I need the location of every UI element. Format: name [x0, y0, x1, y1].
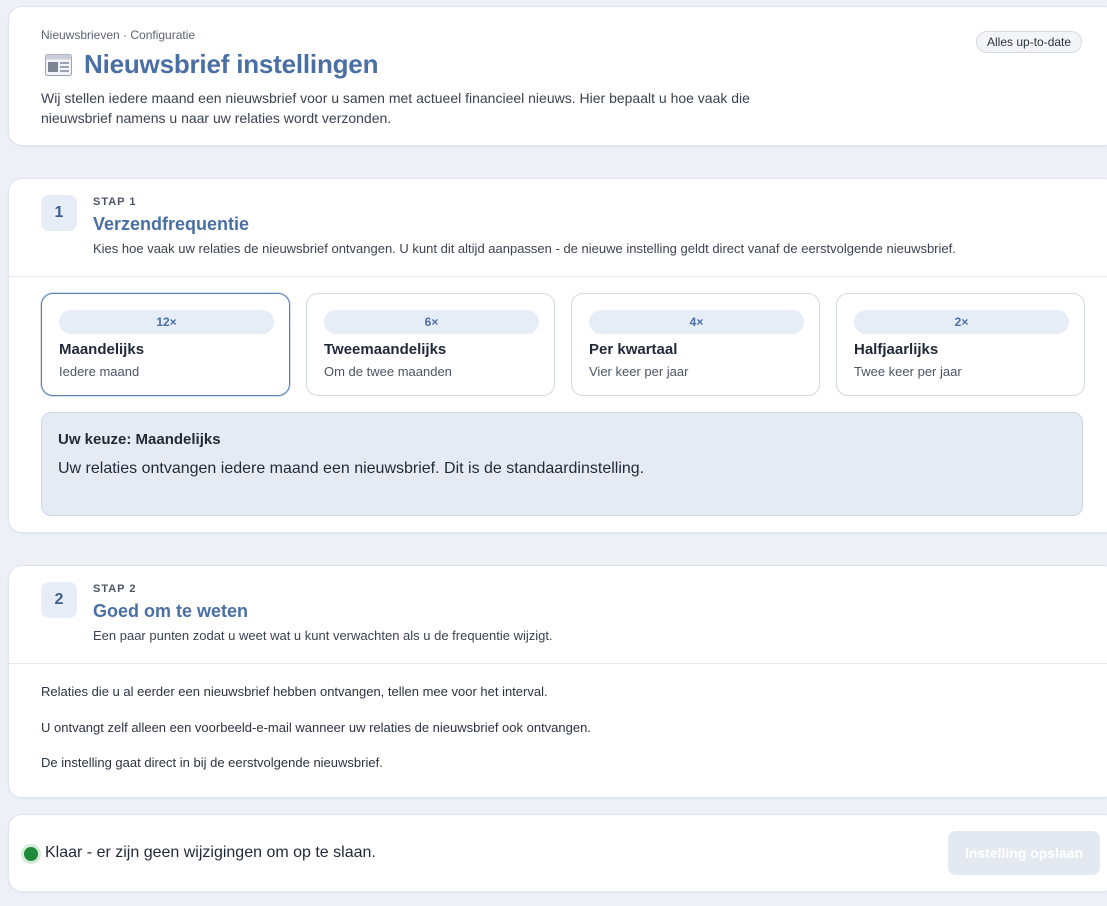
header-card: Nieuwsbrieven · Configuratie Alles up-to…	[8, 6, 1107, 146]
save-status-text: Klaar - er zijn geen wijzigingen om op t…	[45, 844, 376, 861]
newspaper-icon	[45, 53, 72, 76]
step-kicker: STAP 1	[93, 196, 137, 208]
option-subtitle: Vier keer per jaar	[589, 364, 689, 379]
option-count-badge: 6×	[324, 310, 539, 334]
step-kicker: STAP 2	[93, 583, 137, 595]
option-subtitle: Iedere maand	[59, 364, 140, 379]
option-name: Tweemaandelijks	[324, 341, 447, 358]
step-title: Goed om te weten	[93, 601, 249, 621]
option-name: Halfjaarlijks	[854, 341, 939, 358]
footer-bar: Klaar - er zijn geen wijzigingen om op t…	[8, 814, 1107, 892]
step-description: Een paar punten zodat u weet wat u kunt …	[93, 628, 553, 643]
choice-text: Uw relaties ontvangen iedere maand een n…	[58, 460, 645, 477]
step1-card: 1 STAP 1 Verzendfrequentie Kies hoe vaak…	[8, 178, 1107, 533]
option-per-kwartaal[interactable]: 4× Per kwartaal Vier keer per jaar	[571, 293, 820, 396]
status-badge: Alles up-to-date	[976, 31, 1083, 53]
option-halfjaarlijks[interactable]: 2× Halfjaarlijks Twee keer per jaar	[836, 293, 1085, 396]
option-count-badge: 2×	[854, 310, 1069, 334]
option-name: Per kwartaal	[589, 341, 678, 358]
step-number-badge: 1	[41, 195, 77, 231]
divider	[9, 663, 1107, 664]
option-count-badge: 12×	[59, 310, 274, 334]
option-subtitle: Om de twee maanden	[324, 364, 452, 379]
intro-text: Wij stellen iedere maand een nieuwsbrief…	[41, 90, 750, 126]
save-button[interactable]: Instelling opslaan	[948, 831, 1100, 875]
page-title: Nieuwsbrief instellingen	[84, 49, 379, 79]
option-count-badge: 4×	[589, 310, 804, 334]
title-row: Nieuwsbrief instellingen	[45, 49, 378, 80]
tip-item: Relaties die u al eerder een nieuwsbrief…	[41, 684, 548, 699]
tip-item: De instelling gaat direct in bij de eers…	[41, 755, 383, 770]
option-name: Maandelijks	[59, 341, 145, 358]
step-number-badge: 2	[41, 582, 77, 618]
step-title: Verzendfrequentie	[93, 214, 250, 234]
tip-item: U ontvangt zelf alleen een voorbeeld-e-m…	[41, 720, 591, 735]
option-subtitle: Twee keer per jaar	[854, 364, 962, 379]
option-tweemaandelijks[interactable]: 6× Tweemaandelijks Om de twee maanden	[306, 293, 555, 396]
status-dot-icon	[24, 847, 38, 861]
selected-choice-summary: Uw keuze: Maandelijks Uw relaties ontvan…	[41, 412, 1083, 516]
choice-title: Uw keuze: Maandelijks	[58, 431, 221, 448]
step-description: Kies hoe vaak uw relaties de nieuwsbrief…	[93, 241, 956, 256]
divider	[9, 276, 1107, 277]
step2-card: 2 STAP 2 Goed om te weten Een paar punte…	[8, 565, 1107, 798]
frequency-options: 12× Maandelijks Iedere maand 6× Tweemaan…	[41, 293, 1085, 396]
option-maandelijks[interactable]: 12× Maandelijks Iedere maand	[41, 293, 290, 396]
breadcrumb: Nieuwsbrieven · Configuratie	[41, 28, 196, 42]
